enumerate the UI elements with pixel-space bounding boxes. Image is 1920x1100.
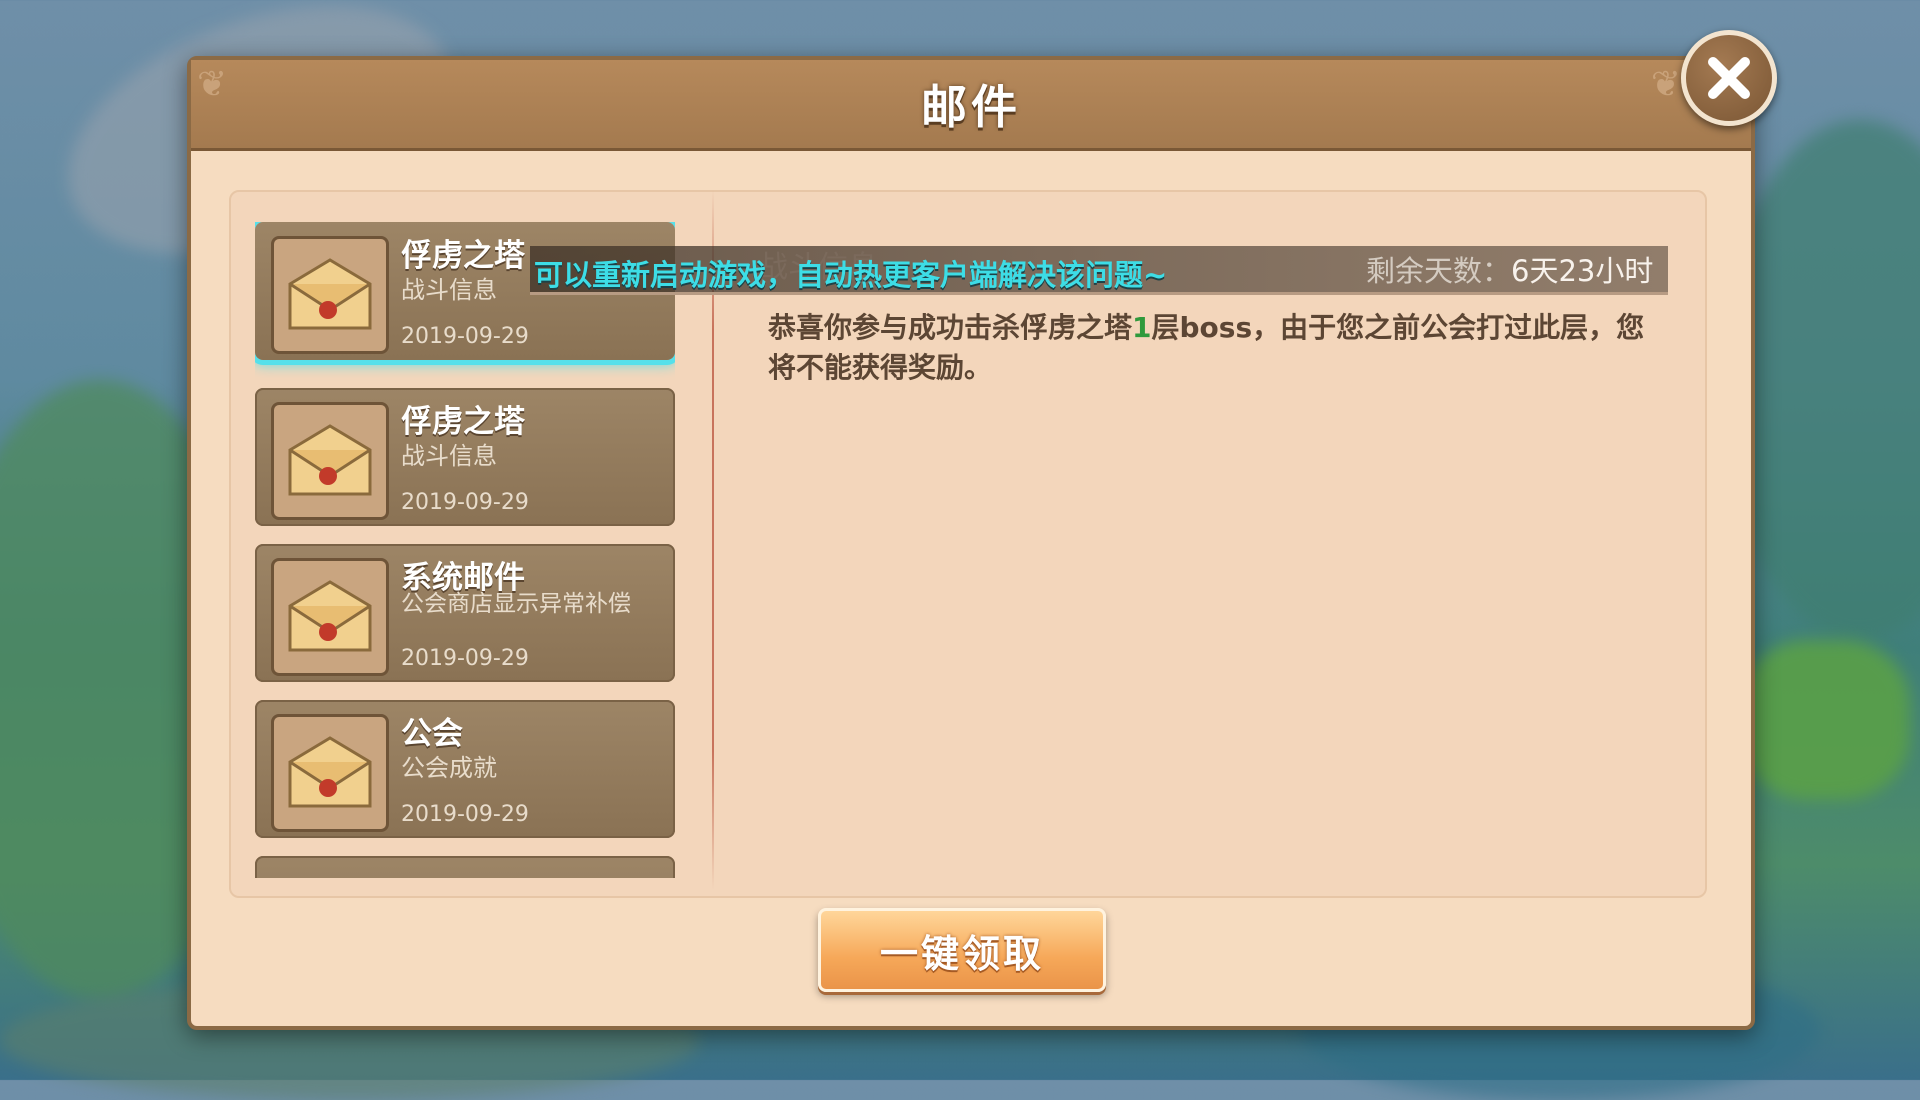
mail-date: 2019-09-29 — [401, 646, 529, 671]
dialog-title: 邮件 — [921, 80, 1021, 134]
dialog-header: ❦ 邮件 ❦ — [191, 60, 1751, 151]
mail-date: 2019-09-29 — [401, 802, 529, 827]
close-button[interactable] — [1681, 30, 1777, 126]
mail-title: 俘虏之塔 — [401, 404, 525, 440]
mail-subtitle: 战斗信息 — [401, 442, 497, 470]
mail-date: 2019-09-29 — [401, 490, 529, 515]
mail-title: 俘虏之塔 — [401, 238, 525, 274]
claim-all-label: 一键领取 — [879, 931, 1044, 976]
envelope-icon — [271, 402, 389, 520]
system-notice: 可以重新启动游戏，自动热更客户端解决该问题~ — [534, 258, 1168, 292]
envelope-icon — [271, 236, 389, 354]
divider — [712, 190, 714, 890]
envelope-icon — [271, 558, 389, 676]
remaining-time: 剩余天数：6天23小时 — [1366, 248, 1653, 290]
remaining-label: 剩余天数： — [1366, 254, 1512, 288]
envelope-icon — [271, 714, 389, 832]
mail-list[interactable]: 俘虏之塔 战斗信息 2019-09-29 俘虏之塔 战斗信息 2019-09-2… — [255, 222, 675, 878]
mail-date: 2019-09-29 — [401, 324, 529, 349]
mail-body-highlight: 1 — [1132, 311, 1152, 344]
ornament-icon: ❦ — [1650, 64, 1681, 105]
mail-subtitle: 公会成就 — [401, 754, 497, 782]
mail-item-partial[interactable] — [255, 856, 675, 878]
background-forest — [1740, 640, 1910, 800]
mail-body: 恭喜你参与成功击杀俘虏之塔1层boss，由于您之前公会打过此层，您将不能获得奖励… — [768, 308, 1648, 388]
mail-title: 公会 — [401, 716, 463, 752]
mail-item[interactable]: 公会 公会成就 2019-09-29 — [255, 700, 675, 838]
claim-all-button[interactable]: 一键领取 — [818, 908, 1106, 992]
mail-item[interactable]: 系统邮件 公会商店显示异常补偿 2019-09-29 — [255, 544, 675, 682]
mail-body-text: 恭喜你参与成功击杀俘虏之塔 — [768, 311, 1133, 344]
mail-subtitle: 公会商店显示异常补偿 — [401, 591, 631, 617]
mail-item[interactable]: 俘虏之塔 战斗信息 2019-09-29 — [255, 388, 675, 526]
ornament-icon: ❦ — [197, 64, 228, 105]
close-icon — [1708, 57, 1750, 99]
remaining-value: 6天23小时 — [1511, 254, 1654, 288]
